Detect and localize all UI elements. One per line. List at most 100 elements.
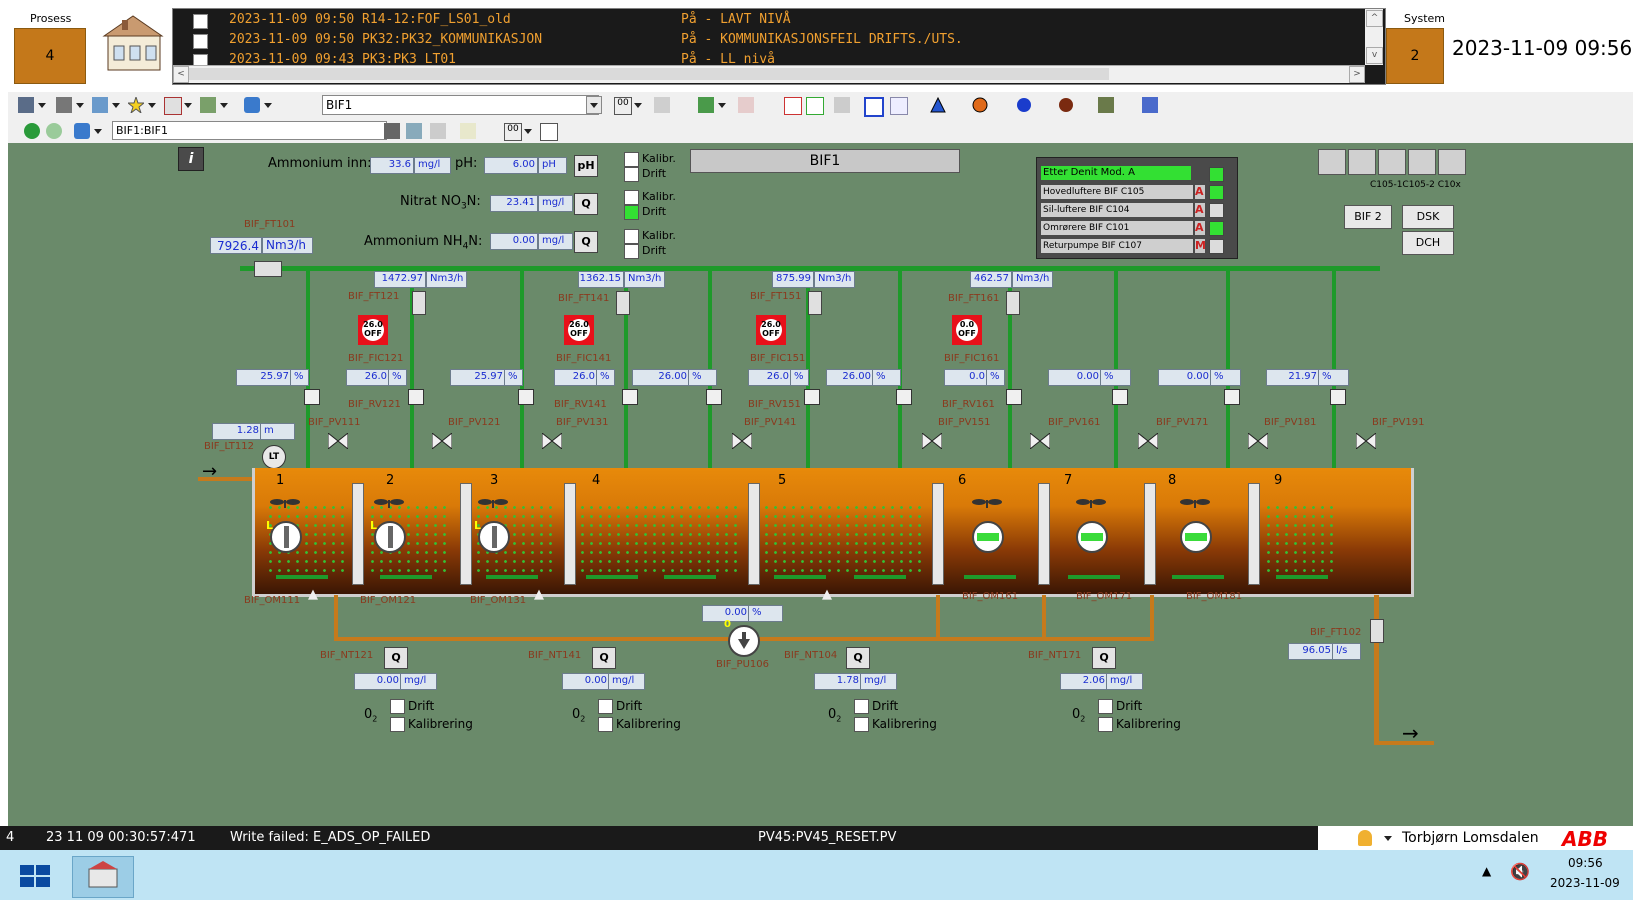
flow-controller-icon[interactable]: 26.0 OFF xyxy=(564,315,594,345)
warning-icon[interactable] xyxy=(972,97,988,113)
object-cube-icon[interactable] xyxy=(244,97,260,113)
object-cube-icon[interactable] xyxy=(74,123,90,139)
flow-meter-icon[interactable] xyxy=(1006,291,1020,315)
valve-position[interactable]: 25.97 xyxy=(236,369,292,386)
view-icon[interactable] xyxy=(1408,149,1436,175)
nitrat-q-button[interactable]: Q xyxy=(574,193,598,215)
monitor-icon[interactable] xyxy=(18,97,34,113)
address-field[interactable]: BIF1:BIF1 xyxy=(112,121,387,140)
control-valve-icon[interactable] xyxy=(1224,389,1240,405)
chevron-down-icon[interactable] xyxy=(1384,836,1392,841)
user-area[interactable]: Torbjørn Lomsdalen ABB xyxy=(1318,826,1633,851)
link-icon[interactable] xyxy=(406,123,422,139)
kalibr-checkbox[interactable] xyxy=(624,229,639,244)
flow-value[interactable]: 462.57 xyxy=(970,271,1012,288)
chevron-down-icon[interactable] xyxy=(718,103,726,108)
valve-position[interactable]: 26.00 xyxy=(826,369,874,386)
system-count-button[interactable]: 2 xyxy=(1386,28,1444,84)
level-transmitter-icon[interactable]: LT xyxy=(262,445,286,469)
shutoff-valve-icon[interactable] xyxy=(1247,431,1269,451)
drift-checkbox[interactable] xyxy=(390,699,405,714)
mixer-icon[interactable] xyxy=(478,521,510,553)
vertical-scrollbar[interactable]: ^ v xyxy=(1365,9,1383,65)
analyzer-q-button[interactable]: Q xyxy=(384,647,408,669)
drift-checkbox[interactable] xyxy=(1098,699,1113,714)
control-valve-icon[interactable] xyxy=(804,389,820,405)
scroll-up-icon[interactable]: ^ xyxy=(1366,10,1383,27)
view-icon[interactable] xyxy=(1348,149,1376,175)
flow-controller-icon[interactable]: 26.0 OFF xyxy=(756,315,786,345)
flow-value[interactable]: 1472.97 xyxy=(374,271,426,288)
chevron-down-icon[interactable] xyxy=(184,103,192,108)
analyzer-value[interactable]: 0.00 xyxy=(354,673,402,690)
mode-indicator[interactable]: A xyxy=(1195,185,1205,199)
object-combo[interactable]: BIF1 xyxy=(322,95,599,115)
mode-row-label[interactable]: Omrørere BIF C101 xyxy=(1041,221,1193,235)
valve-position[interactable]: 26.00 xyxy=(632,369,690,386)
ammonium-nh4-value[interactable]: 0.00 xyxy=(490,233,538,250)
triangle-icon[interactable] xyxy=(930,96,946,113)
alarm-row[interactable]: 2023-11-09 09:43 PK3:PK3_LT01 På - LL ni… xyxy=(173,51,1303,65)
analyzer-q-button[interactable]: Q xyxy=(592,647,616,669)
panel-icon[interactable] xyxy=(1098,97,1114,113)
forward-icon[interactable] xyxy=(46,123,62,139)
controller-output[interactable]: 26.0 xyxy=(554,369,598,386)
shutoff-valve-icon[interactable] xyxy=(731,431,753,451)
chevron-down-icon[interactable] xyxy=(634,103,642,108)
analyzer-q-button[interactable]: Q xyxy=(1092,647,1116,669)
drift-checkbox[interactable] xyxy=(624,205,639,220)
shutoff-valve-icon[interactable] xyxy=(921,431,943,451)
control-valve-icon[interactable] xyxy=(408,389,424,405)
calibration-checkbox[interactable] xyxy=(854,717,869,732)
scroll-down-icon[interactable]: v xyxy=(1366,47,1383,64)
bif2-button[interactable]: BIF 2 xyxy=(1344,205,1392,229)
analyzer-q-button[interactable]: Q xyxy=(846,647,870,669)
mode-row-label[interactable]: Returpumpe BIF C107 xyxy=(1041,239,1193,253)
shutoff-valve-icon[interactable] xyxy=(541,431,563,451)
combo-dropdown-button[interactable] xyxy=(586,96,602,114)
mode-indicator[interactable]: A xyxy=(1195,203,1205,217)
chevron-down-icon[interactable] xyxy=(94,129,102,134)
flow-meter-icon[interactable] xyxy=(808,291,822,315)
mode-indicator[interactable]: M xyxy=(1195,239,1206,253)
view-icon[interactable] xyxy=(1378,149,1406,175)
view-icon[interactable] xyxy=(1318,149,1346,175)
save-icon[interactable] xyxy=(384,123,400,139)
control-valve-icon[interactable] xyxy=(1112,389,1128,405)
report-icon[interactable] xyxy=(784,97,802,115)
tray-arrow-icon[interactable]: ▲ xyxy=(1482,864,1491,878)
drift-checkbox[interactable] xyxy=(624,244,639,259)
ft101-value[interactable]: 7926.4 xyxy=(210,237,262,254)
shutoff-valve-icon[interactable] xyxy=(431,431,453,451)
shutoff-valve-icon[interactable] xyxy=(1137,431,1159,451)
ammonium-q-button[interactable]: Q xyxy=(574,231,598,253)
app-taskbar-icon[interactable] xyxy=(72,856,134,898)
close-view-icon[interactable] xyxy=(864,97,884,117)
flow-controller-icon[interactable]: 26.0 OFF xyxy=(358,315,388,345)
scroll-right-icon[interactable]: > xyxy=(1349,66,1365,83)
outlet-flow-meter-icon[interactable] xyxy=(1370,619,1384,643)
alarm-ack-checkbox[interactable] xyxy=(193,14,208,29)
value-format-icon[interactable]: 00 xyxy=(504,123,522,141)
control-valve-icon[interactable] xyxy=(896,389,912,405)
calibration-checkbox[interactable] xyxy=(390,717,405,732)
control-valve-icon[interactable] xyxy=(1006,389,1022,405)
chevron-down-icon[interactable] xyxy=(220,103,228,108)
shutoff-valve-icon[interactable] xyxy=(327,431,349,451)
valve-position[interactable]: 21.97 xyxy=(1266,369,1320,386)
analyzer-value[interactable]: 2.06 xyxy=(1060,673,1108,690)
scrollbar-thumb[interactable] xyxy=(189,68,1109,80)
mixer-icon[interactable] xyxy=(972,521,1004,553)
kalibr-checkbox[interactable] xyxy=(624,190,639,205)
calibration-checkbox[interactable] xyxy=(598,717,613,732)
pump-icon[interactable] xyxy=(728,625,760,657)
controller-output[interactable]: 26.0 xyxy=(748,369,792,386)
flow-meter-icon[interactable] xyxy=(616,291,630,315)
chevron-down-icon[interactable] xyxy=(112,103,120,108)
controller-output[interactable]: 0.0 xyxy=(944,369,988,386)
control-valve-icon[interactable] xyxy=(304,389,320,405)
network-icon[interactable] xyxy=(1142,97,1158,113)
shutoff-valve-icon[interactable] xyxy=(1355,431,1377,451)
trend-icon[interactable] xyxy=(698,97,714,113)
valve-position[interactable]: 25.97 xyxy=(450,369,506,386)
